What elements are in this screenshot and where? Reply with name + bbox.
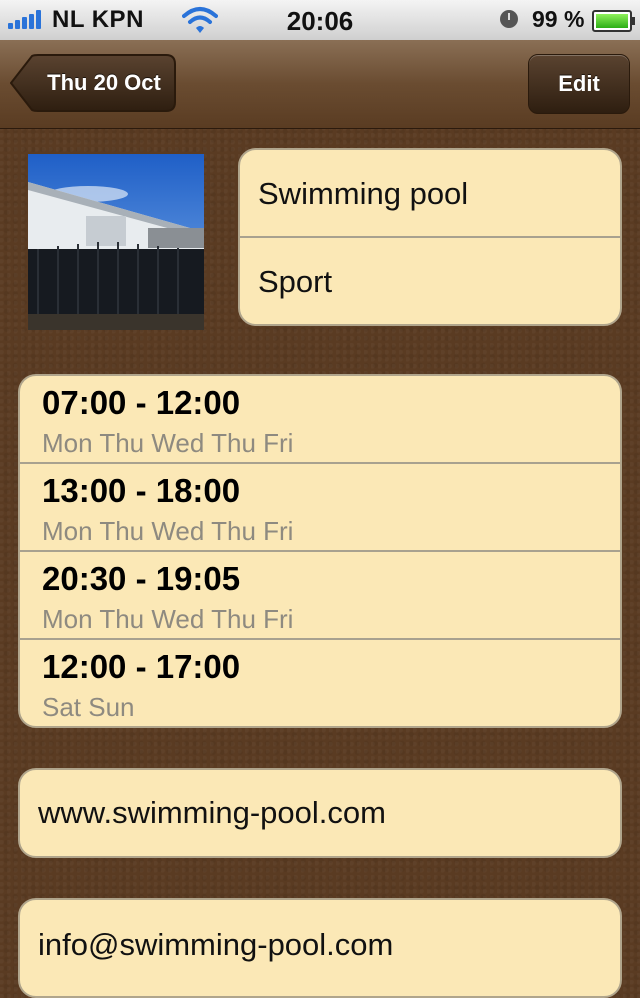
back-button-label: Thu 20 Oct	[47, 70, 161, 95]
hours-row[interactable]: 07:00 - 12:00 Mon Thu Wed Thu Fri	[20, 376, 620, 464]
place-info-card: Swimming pool Sport	[238, 148, 622, 326]
hours-time: 13:00 - 18:00	[42, 472, 241, 509]
status-bar: NL KPN 20:06 99 %	[0, 0, 640, 41]
hours-row[interactable]: 12:00 - 17:00 Sat Sun	[20, 640, 620, 726]
battery-percentage: 99 %	[532, 6, 585, 32]
place-photo[interactable]	[28, 154, 204, 330]
hours-days: Mon Thu Wed Thu Fri	[42, 516, 294, 546]
building-photo-image	[28, 154, 204, 330]
hours-row[interactable]: 13:00 - 18:00 Mon Thu Wed Thu Fri	[20, 464, 620, 552]
website-link[interactable]: www.swimming-pool.com	[20, 770, 620, 856]
place-category[interactable]: Sport	[240, 238, 620, 324]
navigation-bar: Thu 20 Oct Edit	[0, 40, 640, 129]
hours-row[interactable]: 20:30 - 19:05 Mon Thu Wed Thu Fri	[20, 552, 620, 640]
alarm-clock-icon	[500, 10, 518, 28]
hours-time: 12:00 - 17:00	[42, 648, 241, 685]
website-card: www.swimming-pool.com	[18, 768, 622, 858]
hours-days: Mon Thu Wed Thu Fri	[42, 428, 294, 458]
edit-button[interactable]: Edit	[528, 54, 630, 114]
hours-time: 07:00 - 12:00	[42, 384, 241, 421]
back-button[interactable]: Thu 20 Oct	[10, 54, 176, 112]
battery-icon	[592, 10, 635, 32]
opening-hours-card: 07:00 - 12:00 Mon Thu Wed Thu Fri 13:00 …	[18, 374, 622, 728]
email-card: info@swimming-pool.com	[18, 898, 622, 998]
hours-time: 20:30 - 19:05	[42, 560, 241, 597]
place-name[interactable]: Swimming pool	[240, 150, 620, 238]
hours-days: Sat Sun	[42, 692, 135, 722]
hours-days: Mon Thu Wed Thu Fri	[42, 604, 294, 634]
email-link[interactable]: info@swimming-pool.com	[20, 900, 620, 996]
